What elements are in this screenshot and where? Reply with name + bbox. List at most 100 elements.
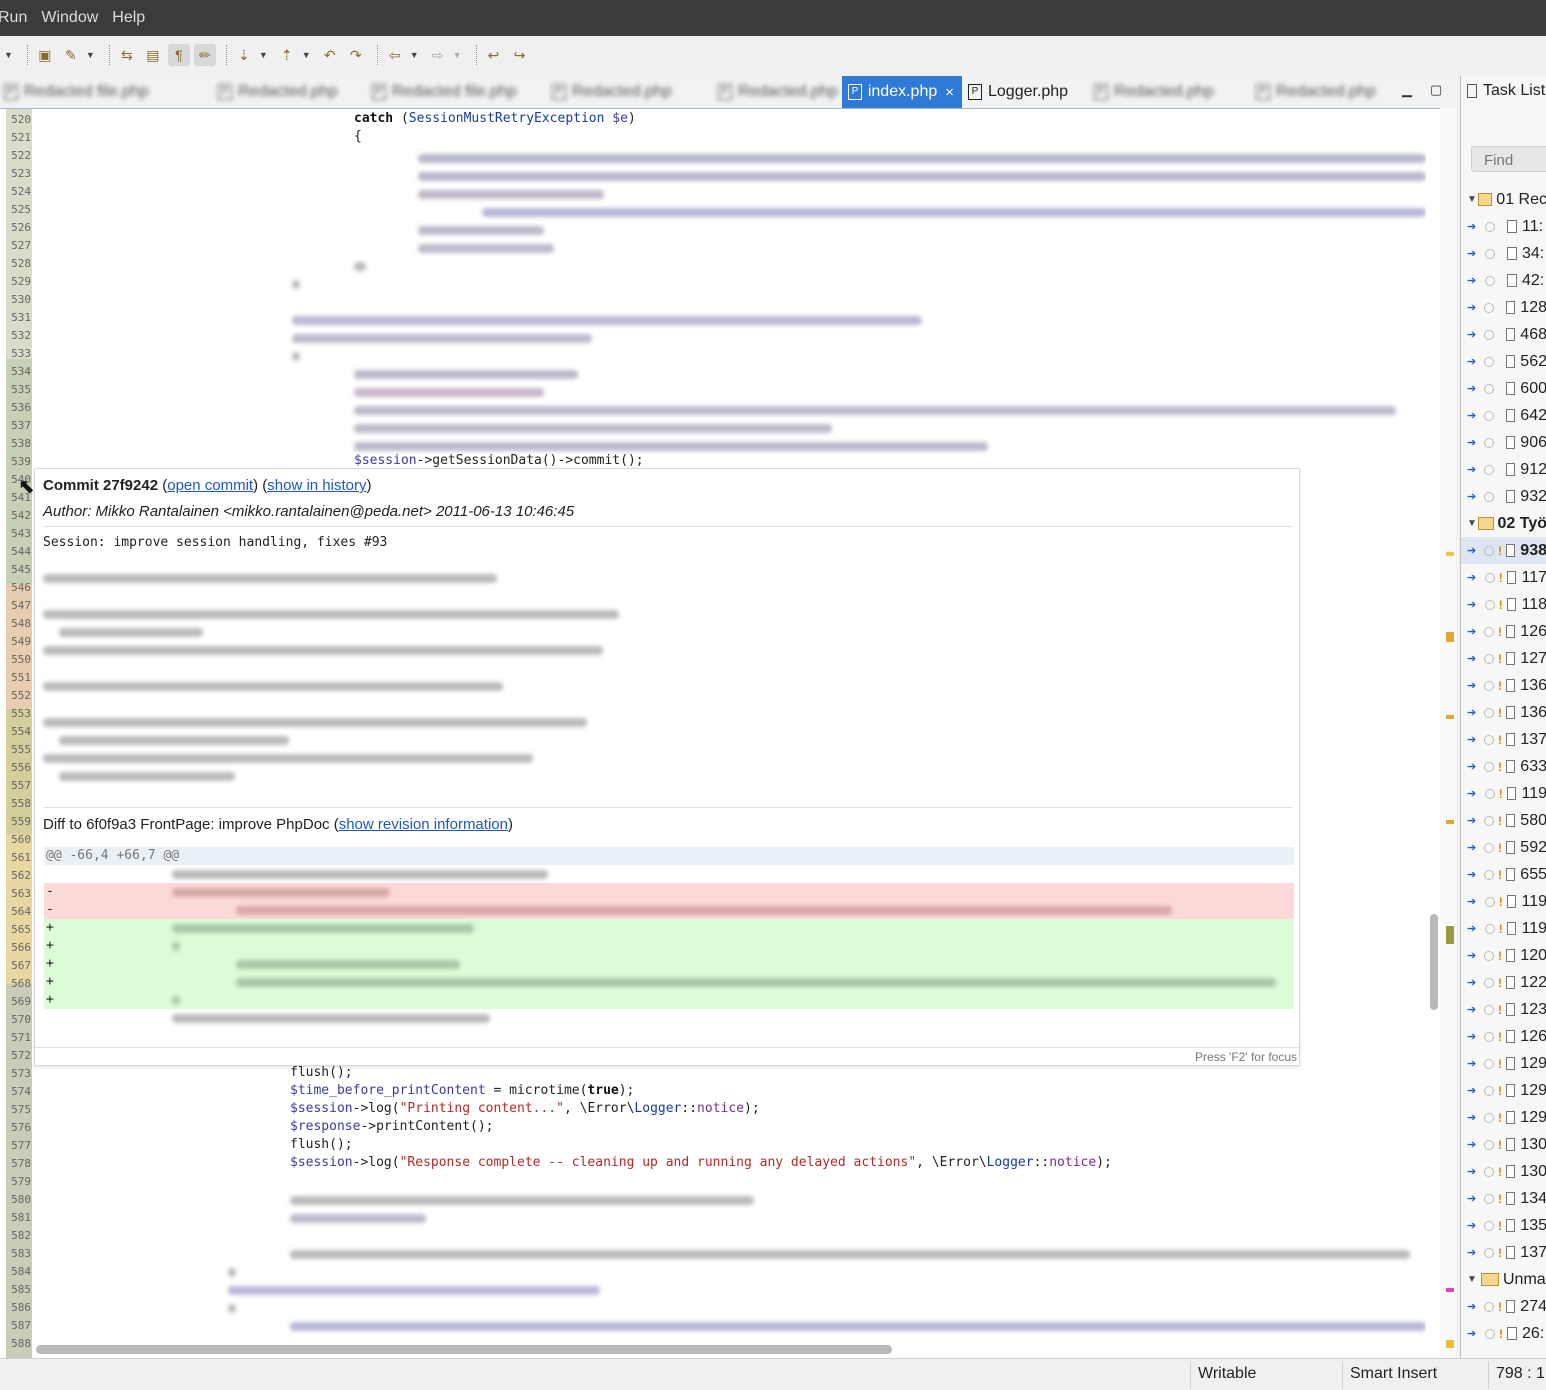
task-row[interactable]: ➔! 130: [1461, 1158, 1546, 1185]
task-row[interactable]: ➔! 129: [1461, 1050, 1546, 1077]
minimize-icon[interactable]: ▁: [1402, 82, 1412, 98]
task-row[interactable]: ➔! 129: [1461, 1104, 1546, 1131]
task-row[interactable]: ➔ 11:: [1461, 213, 1546, 240]
maximize-icon[interactable]: ▢: [1430, 82, 1442, 98]
task-row[interactable]: ➔! 136: [1461, 699, 1546, 726]
prev-annotation-icon[interactable]: ⇡: [276, 44, 298, 66]
task-status-icon[interactable]: [1484, 1247, 1495, 1258]
task-row[interactable]: ➔! 119: [1461, 915, 1546, 942]
task-status-icon[interactable]: [1484, 950, 1495, 961]
menu-help[interactable]: Help: [112, 9, 159, 27]
tab-logger-php[interactable]: P Logger.php: [968, 76, 1068, 108]
task-category-row[interactable]: ▼ 01 Rec: [1461, 186, 1546, 213]
task-status-icon[interactable]: [1484, 842, 1495, 853]
task-status-icon[interactable]: [1484, 1139, 1495, 1150]
annotation-marker[interactable]: [1446, 1288, 1454, 1292]
task-row[interactable]: ➔! 134: [1461, 1185, 1546, 1212]
expand-chevron-icon[interactable]: ▼: [1467, 1274, 1481, 1285]
task-status-icon[interactable]: [1485, 1328, 1495, 1339]
annotation-marker[interactable]: [1446, 1340, 1454, 1348]
task-status-icon[interactable]: [1484, 572, 1495, 583]
highlight-icon[interactable]: ✏: [193, 44, 216, 66]
wand-icon[interactable]: ✎: [60, 44, 82, 66]
task-status-icon[interactable]: [1484, 599, 1495, 610]
close-icon[interactable]: ×: [945, 84, 954, 101]
tab-redacted-6[interactable]: P Redacted.php: [1094, 76, 1214, 108]
task-status-icon[interactable]: [1484, 869, 1495, 880]
task-row[interactable]: ➔ 128: [1461, 294, 1546, 321]
task-row[interactable]: ➔ 34:: [1461, 240, 1546, 267]
task-status-icon[interactable]: [1484, 653, 1495, 664]
task-find-input[interactable]: Find: [1471, 146, 1546, 172]
whitespace-icon[interactable]: ¶: [167, 44, 190, 66]
show-revision-information-link[interactable]: show revision information: [339, 816, 508, 833]
task-status-icon[interactable]: [1484, 302, 1495, 313]
task-row[interactable]: ➔! 119: [1461, 888, 1546, 915]
task-row[interactable]: ➔! 633: [1461, 753, 1546, 780]
forward-icon[interactable]: ⇨: [427, 44, 449, 66]
show-in-history-link[interactable]: show in history: [267, 477, 366, 494]
expand-chevron-icon[interactable]: ▼: [1467, 518, 1478, 529]
task-status-icon[interactable]: [1484, 1031, 1495, 1042]
task-row[interactable]: ➔ 912: [1461, 456, 1546, 483]
annotation-marker[interactable]: [1446, 926, 1454, 944]
task-status-icon[interactable]: [1484, 1004, 1495, 1015]
next-annotation-icon[interactable]: ⇣: [233, 44, 255, 66]
task-row[interactable]: ➔! 122: [1461, 969, 1546, 996]
menu-window[interactable]: Window: [41, 9, 112, 27]
task-status-icon[interactable]: [1484, 356, 1495, 367]
task-row[interactable]: ➔! 137: [1461, 726, 1546, 753]
task-status-icon[interactable]: [1484, 1058, 1495, 1069]
task-status-icon[interactable]: [1484, 383, 1495, 394]
task-status-icon[interactable]: [1485, 221, 1495, 232]
task-row[interactable]: ➔! 123: [1461, 996, 1546, 1023]
task-row[interactable]: ➔! 136: [1461, 672, 1546, 699]
task-row[interactable]: ➔! 137: [1461, 1239, 1546, 1266]
task-status-icon[interactable]: [1484, 1085, 1495, 1096]
annotation-marker[interactable]: [1446, 820, 1454, 824]
vertical-scrollbar[interactable]: [1430, 914, 1438, 1010]
task-status-icon[interactable]: [1484, 977, 1495, 988]
task-status-icon[interactable]: [1484, 761, 1495, 772]
toolbar-dropdown-icon[interactable]: ▼: [302, 50, 311, 60]
annotation-marker[interactable]: [1446, 632, 1454, 642]
task-row[interactable]: ➔! 126: [1461, 618, 1546, 645]
horizontal-scrollbar[interactable]: [36, 1345, 892, 1354]
tab-index-php[interactable]: Pindex.php ×: [842, 76, 962, 108]
task-status-icon[interactable]: [1484, 1112, 1495, 1123]
task-status-icon[interactable]: [1484, 680, 1495, 691]
task-status-icon[interactable]: [1484, 410, 1495, 421]
task-row[interactable]: ➔ 42:: [1461, 267, 1546, 294]
task-status-icon[interactable]: [1484, 896, 1495, 907]
git-blame-hover-popup[interactable]: Commit 27f9242 (open commit) (show in hi…: [34, 468, 1300, 1066]
task-row[interactable]: ➔ 468: [1461, 321, 1546, 348]
outline-icon[interactable]: ▤: [142, 44, 164, 66]
tab-redacted-4[interactable]: P Redacted.php: [552, 76, 672, 108]
toolbar-dropdown-icon[interactable]: ▼: [259, 50, 268, 60]
forward-edit-icon[interactable]: ↷: [345, 44, 367, 66]
tab-redacted-7[interactable]: P Redacted.php: [1256, 76, 1376, 108]
last-edit-icon[interactable]: ↶: [319, 44, 341, 66]
task-row[interactable]: ➔! 592: [1461, 834, 1546, 861]
task-status-icon[interactable]: [1484, 1301, 1495, 1312]
task-row[interactable]: ➔! 655: [1461, 861, 1546, 888]
annotation-marker[interactable]: [1446, 552, 1454, 556]
task-status-icon[interactable]: [1484, 545, 1495, 556]
toolbar-dropdown-icon[interactable]: ▼: [4, 50, 13, 60]
task-status-icon[interactable]: [1484, 707, 1495, 718]
task-status-icon[interactable]: [1484, 734, 1495, 745]
task-status-icon[interactable]: [1485, 248, 1495, 259]
task-status-icon[interactable]: [1484, 788, 1495, 799]
task-row[interactable]: ➔! 118: [1461, 591, 1546, 618]
task-row[interactable]: ➔! 127: [1461, 645, 1546, 672]
task-row[interactable]: ➔ 932: [1461, 483, 1546, 510]
task-status-icon[interactable]: [1484, 1220, 1495, 1231]
open-folder-icon[interactable]: ▣: [34, 44, 56, 66]
expand-chevron-icon[interactable]: ▼: [1467, 194, 1478, 205]
tab-redacted-5[interactable]: P Redacted.php: [718, 76, 838, 108]
task-status-icon[interactable]: [1484, 815, 1495, 826]
toolbar-dropdown-icon[interactable]: ▼: [453, 50, 462, 60]
task-row[interactable]: ➔ 906: [1461, 429, 1546, 456]
toolbar-dropdown-icon[interactable]: ▼: [86, 50, 95, 60]
task-row[interactable]: ➔! 119: [1461, 780, 1546, 807]
